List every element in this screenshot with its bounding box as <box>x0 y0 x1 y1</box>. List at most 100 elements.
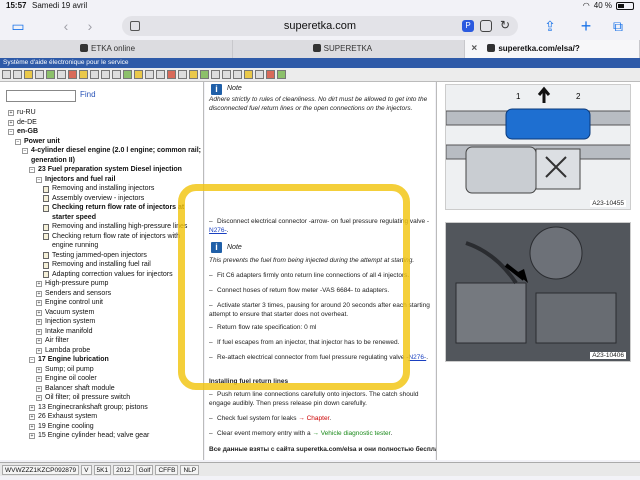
sidebar-toggle-icon[interactable]: ▭ <box>8 16 28 36</box>
expand-icon[interactable]: + <box>36 366 42 373</box>
toolbar-button-icon[interactable] <box>79 70 88 79</box>
expand-icon[interactable]: + <box>36 338 42 344</box>
expand-icon[interactable]: + <box>29 423 35 430</box>
toolbar-button-icon[interactable] <box>189 70 198 79</box>
chapter-link[interactable]: Chapter <box>307 415 330 422</box>
tree-item[interactable]: + ru-RU <box>0 108 204 118</box>
expand-icon[interactable]: + <box>29 404 35 411</box>
toolbar-button-icon[interactable] <box>112 70 121 79</box>
forward-button[interactable]: › <box>80 16 100 36</box>
tree-item[interactable]: generation II) <box>0 156 204 166</box>
tree-item[interactable]: − Power unit <box>0 137 204 147</box>
tree-item[interactable]: −17 Engine lubrication <box>0 355 204 365</box>
toolbar-button-icon[interactable] <box>277 70 286 79</box>
tree-item[interactable]: Testing jammed-open injectors <box>0 251 204 261</box>
tree-item[interactable]: −23 Fuel preparation system Diesel injec… <box>0 165 204 175</box>
toolbar-button-icon[interactable] <box>2 70 11 79</box>
expand-icon[interactable]: + <box>36 376 42 382</box>
expand-icon[interactable]: + <box>36 281 42 287</box>
toolbar-button-icon[interactable] <box>68 70 77 79</box>
toolbar-button-icon[interactable] <box>134 70 143 79</box>
collapse-icon[interactable]: − <box>36 176 42 183</box>
tab-etka-online[interactable]: ETKA online <box>0 40 233 58</box>
toolbar-button-icon[interactable] <box>266 70 275 79</box>
toolbar-button-icon[interactable] <box>90 70 99 79</box>
tree-item[interactable]: +13 Enginecrankshaft group; pistons <box>0 403 204 413</box>
expand-icon[interactable]: + <box>36 347 42 354</box>
expand-icon[interactable]: + <box>36 395 42 401</box>
collapse-icon[interactable]: − <box>15 138 21 145</box>
address-bar[interactable]: superetka.com P ↻ <box>122 16 518 36</box>
find-button[interactable]: Find <box>80 90 96 99</box>
expand-icon[interactable]: + <box>29 433 35 439</box>
close-tab-icon[interactable]: × <box>471 40 477 58</box>
tree-item[interactable]: + de-DE <box>0 118 204 128</box>
toolbar-button-icon[interactable] <box>145 70 154 79</box>
expand-icon[interactable]: + <box>8 110 14 116</box>
tree-item[interactable]: engine running <box>0 241 204 251</box>
expand-icon[interactable]: + <box>36 328 42 335</box>
toolbar-button-icon[interactable] <box>200 70 209 79</box>
expand-icon[interactable]: + <box>36 309 42 316</box>
expand-icon[interactable]: + <box>36 290 42 297</box>
collapse-icon[interactable]: − <box>22 148 28 154</box>
toolbar-button-icon[interactable] <box>255 70 264 79</box>
new-tab-icon[interactable]: + <box>576 16 596 36</box>
tree-item[interactable]: Assembly overview - injectors <box>0 194 204 204</box>
tree-item[interactable]: + High-pressure pump <box>0 279 204 289</box>
tab-superetka[interactable]: SUPERETKA <box>233 40 466 58</box>
collapse-icon[interactable]: − <box>29 357 35 363</box>
tree-item[interactable]: − Injectors and fuel rail <box>0 175 204 185</box>
tree-item[interactable]: − en-GB <box>0 127 204 137</box>
tree-item[interactable]: Removing and installing injectors <box>0 184 204 194</box>
expand-icon[interactable]: + <box>29 414 35 420</box>
toolbar-button-icon[interactable] <box>211 70 220 79</box>
share-icon[interactable]: ⇪ <box>540 16 560 36</box>
toolbar-button-icon[interactable] <box>24 70 33 79</box>
tree-item[interactable]: −4-cylinder diesel engine (2.0 l engine;… <box>0 146 204 156</box>
tree-item[interactable]: + Balancer shaft module <box>0 384 204 394</box>
tree-item[interactable]: + Engine oil cooler <box>0 374 204 384</box>
expand-icon[interactable]: + <box>36 385 42 392</box>
tree-item[interactable]: + Vacuum system <box>0 308 204 318</box>
extension-icon[interactable] <box>480 20 492 32</box>
search-input[interactable] <box>6 90 76 102</box>
tree-item[interactable]: Checking return flow rate of injectors w… <box>0 232 204 242</box>
toolbar-button-icon[interactable] <box>178 70 187 79</box>
tree-item[interactable]: +26 Exhaust system <box>0 412 204 422</box>
toolbar-button-icon[interactable] <box>13 70 22 79</box>
tree-item[interactable]: Removing and installing high-pressure li… <box>0 222 204 232</box>
tree-item[interactable]: + Intake manifold <box>0 327 204 337</box>
tree-item[interactable]: +15 Engine cylinder head; valve gear <box>0 431 204 441</box>
n276-link[interactable]: N276- <box>209 227 227 234</box>
reload-icon[interactable]: ↻ <box>500 18 510 32</box>
toolbar-button-icon[interactable] <box>222 70 231 79</box>
tab-overview-icon[interactable]: ⧉ <box>608 16 628 36</box>
tab-elsa[interactable]: ×superetka.com/elsa/?marke=V&modelljahr_… <box>465 40 640 71</box>
collapse-icon[interactable]: − <box>8 129 14 135</box>
password-extension-icon[interactable]: P <box>462 20 474 32</box>
toolbar-button-icon[interactable] <box>57 70 66 79</box>
n276-link[interactable]: N276- <box>408 354 426 361</box>
toolbar-button-icon[interactable] <box>167 70 176 79</box>
toolbar-button-icon[interactable] <box>156 70 165 79</box>
tree-item[interactable]: + Engine control unit <box>0 298 204 308</box>
collapse-icon[interactable]: − <box>29 167 35 173</box>
tree-item[interactable]: starter speed <box>0 213 204 223</box>
diagnostic-tester-link[interactable]: Vehicle diagnostic tester <box>321 430 391 437</box>
tree-item[interactable]: Checking return flow rate of injectors a… <box>0 203 204 213</box>
expand-icon[interactable]: + <box>8 119 14 126</box>
tree-item[interactable]: +19 Engine cooling <box>0 422 204 432</box>
toolbar-button-icon[interactable] <box>233 70 242 79</box>
tree-item[interactable]: + Oil filter; oil pressure switch <box>0 393 204 403</box>
tree-item[interactable]: + Injection system <box>0 317 204 327</box>
toolbar-button-icon[interactable] <box>35 70 44 79</box>
toolbar-button-icon[interactable] <box>244 70 253 79</box>
expand-icon[interactable]: + <box>36 300 42 306</box>
toolbar-button-icon[interactable] <box>46 70 55 79</box>
tree-item[interactable]: + Air filter <box>0 336 204 346</box>
toolbar-button-icon[interactable] <box>101 70 110 79</box>
expand-icon[interactable]: + <box>36 319 42 325</box>
tree-item[interactable]: + Senders and sensors <box>0 289 204 299</box>
tree-item[interactable]: + Sump; oil pump <box>0 365 204 375</box>
